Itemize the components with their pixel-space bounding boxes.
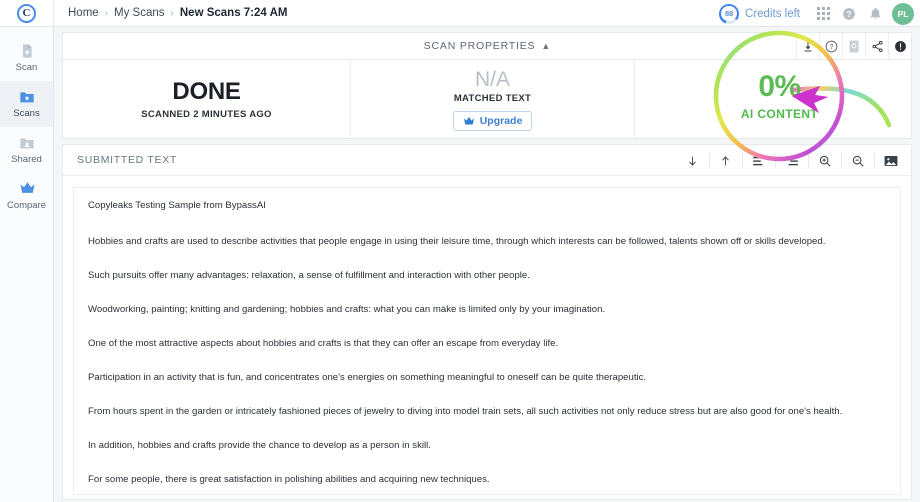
sidebar-item-shared[interactable]: Shared (0, 127, 53, 173)
avatar[interactable]: PL (892, 3, 914, 25)
sidebar-item-scans[interactable]: Scans (0, 81, 53, 127)
document-paragraph: Woodworking, painting; knitting and gard… (88, 304, 886, 317)
upgrade-button-label: Upgrade (480, 115, 523, 127)
top-bar: C Home › My Scans › New Scans 7:24 AM 88… (0, 0, 920, 27)
top-bar-actions: 88 Credits left ? PL (719, 0, 914, 27)
crown-compare-icon (19, 181, 35, 197)
apps-grid-icon[interactable] (810, 0, 836, 27)
align-left-icon[interactable] (742, 145, 775, 176)
document-paragraph: Copyleaks Testing Sample from BypassAI (88, 200, 886, 213)
svg-text:?: ? (829, 44, 833, 51)
document-paragraph: Such pursuits offer many advantages: rel… (88, 270, 886, 283)
breadcrumb-item-current: New Scans 7:24 AM (180, 7, 288, 19)
document-paragraph: Hobbies and crafts are used to describe … (88, 236, 886, 249)
image-icon[interactable] (874, 145, 907, 176)
breadcrumb-item-home[interactable]: Home (68, 7, 99, 19)
help-circle-icon[interactable]: ? (819, 33, 842, 60)
crown-icon (463, 116, 475, 126)
align-right-icon[interactable] (775, 145, 808, 176)
credits-ring-icon: 88 (719, 4, 739, 24)
submitted-text-card: SUBMITTED TEXT (62, 144, 912, 500)
copyleaks-logo[interactable]: C (0, 0, 54, 27)
scan-properties-title: SCAN PROPERTIES (424, 40, 536, 52)
sidebar-item-label: Shared (11, 154, 42, 165)
credits-indicator[interactable]: 88 Credits left (719, 4, 800, 24)
upgrade-button[interactable]: Upgrade (453, 111, 533, 131)
credits-count: 88 (725, 9, 733, 18)
document-paragraph: One of the most attractive aspects about… (88, 338, 886, 351)
zoom-out-icon[interactable] (841, 145, 874, 176)
document-paragraph: Participation in an activity that is fun… (88, 372, 886, 385)
svg-text:?: ? (847, 9, 852, 18)
document-paragraph: From hours spent in the garden or intric… (88, 406, 886, 419)
document-paragraph: In addition, hobbies and crafts provide … (88, 440, 886, 453)
credits-label: Credits left (745, 8, 800, 20)
scan-properties-card: SCAN PROPERTIES ▲ ? (62, 32, 912, 139)
breadcrumb: Home › My Scans › New Scans 7:24 AM (68, 7, 287, 19)
shared-folder-icon (19, 135, 35, 151)
scans-folder-icon (19, 89, 35, 105)
sidebar-item-label: Compare (7, 200, 46, 211)
app-root: C Home › My Scans › New Scans 7:24 AM 88… (0, 0, 920, 502)
sidebar-item-scan[interactable]: Scan (0, 35, 53, 81)
scan-file-icon (19, 43, 35, 59)
zoom-in-icon[interactable] (808, 145, 841, 176)
chevron-up-icon[interactable]: ▲ (541, 41, 550, 51)
scan-properties-body: DONE SCANNED 2 MINUTES AGO N/A MATCHED T… (63, 60, 911, 138)
share-icon[interactable] (865, 33, 888, 60)
sidebar-item-compare[interactable]: Compare (0, 173, 53, 219)
scan-status-cell: DONE SCANNED 2 MINUTES AGO (63, 60, 351, 138)
scan-status-value: DONE (172, 78, 240, 106)
submitted-text-toolbar (676, 145, 907, 176)
arrow-down-icon[interactable] (676, 145, 709, 176)
submitted-text-header: SUBMITTED TEXT (63, 145, 911, 176)
download-icon[interactable] (796, 33, 819, 60)
submitted-text-document[interactable]: Copyleaks Testing Sample from BypassAI H… (73, 187, 901, 495)
submitted-text-title: SUBMITTED TEXT (77, 154, 177, 166)
ai-content-cell (635, 60, 911, 138)
matched-text-value: N/A (475, 68, 510, 92)
breadcrumb-separator-icon: › (105, 8, 108, 19)
main-content: SCAN PROPERTIES ▲ ? (54, 27, 920, 502)
breadcrumb-separator-icon: › (171, 8, 174, 19)
scan-properties-header[interactable]: SCAN PROPERTIES ▲ ? (63, 33, 911, 60)
help-circle-icon[interactable]: ? (836, 0, 862, 27)
scan-properties-toolbar: ? (796, 33, 911, 60)
copyleaks-logo-icon: C (17, 4, 36, 23)
alert-icon[interactable] (888, 33, 911, 60)
matched-text-cell: N/A MATCHED TEXT Upgrade (351, 60, 635, 138)
scan-status-sub: SCANNED 2 MINUTES AGO (141, 109, 272, 120)
sidebar: Scan Scans Shared Compare (0, 27, 54, 502)
arrow-up-icon[interactable] (709, 145, 742, 176)
breadcrumb-item-my-scans[interactable]: My Scans (114, 7, 165, 19)
sidebar-item-label: Scans (13, 108, 39, 119)
matched-text-label: MATCHED TEXT (454, 93, 531, 104)
document-paragraph: For some people, there is great satisfac… (88, 474, 886, 487)
sidebar-item-label: Scan (16, 62, 38, 73)
restore-icon[interactable] (842, 33, 865, 60)
bell-icon[interactable] (862, 0, 888, 27)
